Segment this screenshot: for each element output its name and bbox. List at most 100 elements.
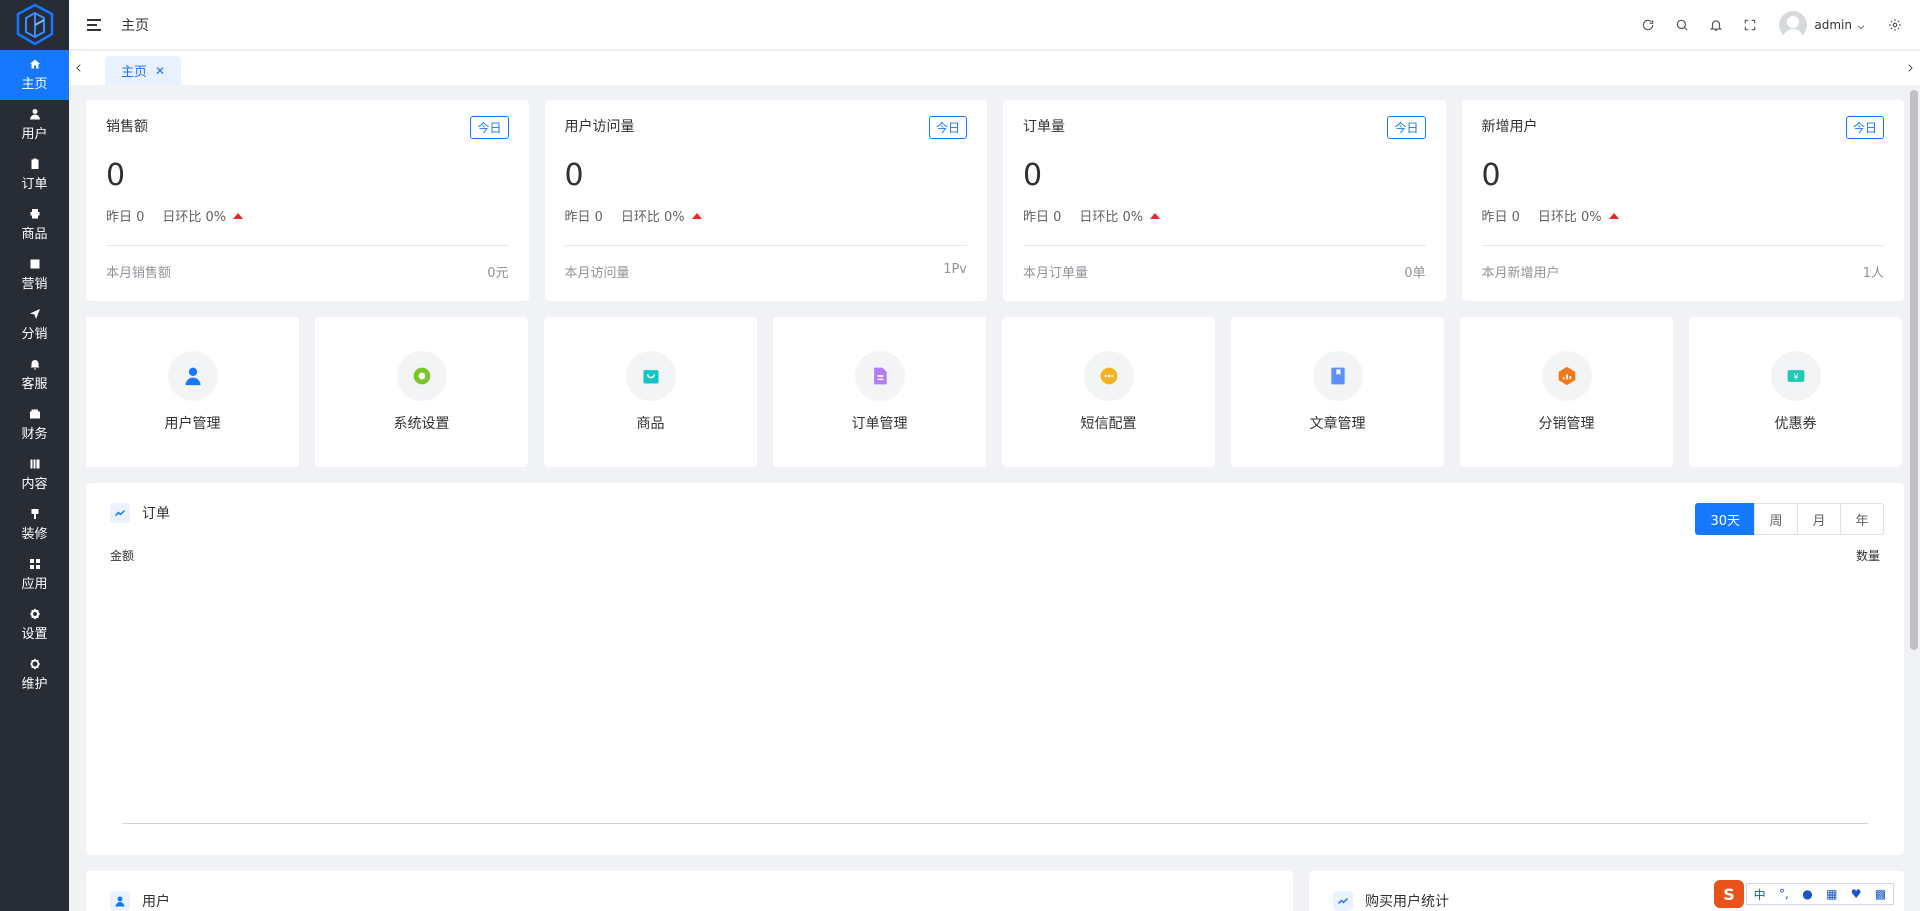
toolbox-icon[interactable]: ▩ bbox=[1875, 887, 1886, 901]
stat-foot-value: 0元 bbox=[487, 266, 509, 281]
stat-ratio: 日环比 0% bbox=[1537, 210, 1602, 225]
stat-value: 0 bbox=[1481, 158, 1501, 193]
sidebar-item[interactable]: 应用 bbox=[0, 550, 69, 600]
order-chart-card: 订单 30天周月年 金额 数量 bbox=[86, 483, 1904, 855]
period-button[interactable]: 月 bbox=[1797, 503, 1841, 535]
stat-yesterday: 昨日 0 bbox=[1481, 210, 1520, 225]
chart-x-axis bbox=[122, 823, 1868, 824]
quick-link-label: 文章管理 bbox=[1309, 416, 1366, 432]
content-icon bbox=[29, 458, 41, 470]
stat-yesterday: 昨日 0 bbox=[564, 210, 603, 225]
stat-card: 销售额 今日 0 昨日 0 日环比 0% 本月销售额 0元 bbox=[86, 100, 529, 301]
user-manage-icon bbox=[167, 351, 218, 401]
stat-title: 用户访问量 bbox=[564, 119, 635, 135]
ime-toolbar[interactable]: S 中 °, ● ▦ ♥ ▩ bbox=[1714, 880, 1894, 908]
quick-link-label: 分销管理 bbox=[1538, 416, 1595, 432]
today-badge[interactable]: 今日 bbox=[928, 116, 967, 139]
gear-icon[interactable] bbox=[1878, 8, 1912, 42]
quick-link[interactable]: 商品 bbox=[544, 317, 757, 467]
bell-icon[interactable] bbox=[1699, 8, 1733, 42]
sidebar-item[interactable]: 分销 bbox=[0, 300, 69, 350]
period-button[interactable]: 周 bbox=[1754, 503, 1798, 535]
sidebar-item[interactable]: 用户 bbox=[0, 100, 69, 150]
chevron-right-icon[interactable] bbox=[1900, 51, 1920, 85]
quick-link[interactable]: 订单管理 bbox=[773, 317, 986, 467]
clipboard-icon bbox=[29, 158, 41, 170]
punctuation-icon[interactable]: °, bbox=[1779, 887, 1789, 901]
fullscreen-icon[interactable] bbox=[1733, 8, 1767, 42]
sidebar-item-label: 应用 bbox=[21, 577, 48, 592]
user-menu[interactable]: admin bbox=[1779, 11, 1866, 39]
trend-up-icon bbox=[233, 212, 244, 219]
message-icon bbox=[1083, 351, 1134, 401]
avatar bbox=[1779, 11, 1808, 39]
trend-up-icon bbox=[1150, 212, 1161, 219]
search-icon[interactable] bbox=[1665, 8, 1699, 42]
skin-icon[interactable]: ♥ bbox=[1851, 887, 1862, 901]
quick-link[interactable]: ¥ 优惠券 bbox=[1689, 317, 1902, 467]
tab-home[interactable]: 主页 ✕ bbox=[105, 56, 181, 85]
stat-value: 0 bbox=[564, 158, 584, 193]
trend-up-icon bbox=[691, 212, 702, 219]
keyboard-icon[interactable]: ▦ bbox=[1826, 887, 1837, 901]
main-content: 销售额 今日 0 昨日 0 日环比 0% 本月销售额 0元 用户访问量 今日 0 昨日 0 日环比 0… bbox=[86, 100, 1904, 855]
sidebar-item[interactable]: 订单 bbox=[0, 150, 69, 200]
quick-link-label: 订单管理 bbox=[851, 416, 908, 432]
sidebar-item[interactable]: 内容 bbox=[0, 450, 69, 500]
distribution-icon bbox=[1541, 351, 1592, 401]
stat-foot-label: 本月订单量 bbox=[1023, 266, 1089, 281]
divider bbox=[1481, 245, 1884, 246]
stat-card: 订单量 今日 0 昨日 0 日环比 0% 本月订单量 0单 bbox=[1003, 100, 1446, 301]
today-badge[interactable]: 今日 bbox=[1387, 116, 1426, 139]
quick-link-label: 商品 bbox=[636, 416, 665, 432]
period-button[interactable]: 30天 bbox=[1695, 503, 1755, 535]
chevron-left-icon[interactable] bbox=[69, 51, 89, 85]
sidebar-item[interactable]: 商品 bbox=[0, 200, 69, 250]
bookmark-icon bbox=[1312, 351, 1363, 401]
quick-link-label: 系统设置 bbox=[393, 416, 450, 432]
sidebar-item-label: 商品 bbox=[21, 227, 48, 242]
quick-link[interactable]: 文章管理 bbox=[1231, 317, 1444, 467]
close-icon[interactable]: ✕ bbox=[155, 64, 165, 78]
sidebar-item-label: 维护 bbox=[21, 677, 48, 692]
gear-icon bbox=[29, 608, 41, 620]
stat-ratio: 日环比 0% bbox=[620, 210, 685, 225]
ime-logo[interactable]: S bbox=[1714, 880, 1744, 908]
ime-mode[interactable]: 中 bbox=[1754, 886, 1766, 903]
sidebar-item-label: 营销 bbox=[21, 277, 48, 292]
sidebar-item[interactable]: 财务 bbox=[0, 400, 69, 450]
vertical-scrollbar[interactable] bbox=[1910, 90, 1918, 650]
quick-link[interactable]: 短信配置 bbox=[1002, 317, 1215, 467]
sidebar-item-label: 内容 bbox=[21, 477, 48, 492]
ime-bar[interactable]: 中 °, ● ▦ ♥ ▩ bbox=[1746, 883, 1894, 905]
quick-link[interactable]: 分销管理 bbox=[1460, 317, 1673, 467]
sidebar-item[interactable]: 主页 bbox=[0, 50, 69, 100]
stat-foot-label: 本月新增用户 bbox=[1481, 266, 1560, 281]
quick-link-label: 用户管理 bbox=[164, 416, 221, 432]
refresh-icon[interactable] bbox=[1631, 8, 1665, 42]
period-button[interactable]: 年 bbox=[1840, 503, 1884, 535]
username: admin bbox=[1814, 18, 1852, 32]
sidebar-item[interactable]: 设置 bbox=[0, 600, 69, 650]
svg-text:¥: ¥ bbox=[1793, 371, 1798, 381]
sidebar-item[interactable]: 装修 bbox=[0, 500, 69, 550]
microphone-icon[interactable]: ● bbox=[1802, 887, 1812, 901]
stat-title: 新增用户 bbox=[1481, 119, 1538, 135]
sidebar-item[interactable]: 客服 bbox=[0, 350, 69, 400]
divider bbox=[106, 245, 509, 246]
stat-foot-value: 1Pv bbox=[943, 262, 967, 277]
today-badge[interactable]: 今日 bbox=[1845, 116, 1884, 139]
bag-icon bbox=[625, 351, 676, 401]
sidebar-item[interactable]: 营销 bbox=[0, 250, 69, 300]
quick-link[interactable]: 系统设置 bbox=[315, 317, 528, 467]
quick-link[interactable]: 用户管理 bbox=[86, 317, 299, 467]
purchase-card-title: 购买用户统计 bbox=[1365, 894, 1449, 910]
brush-icon bbox=[29, 508, 41, 520]
menu-toggle-icon[interactable] bbox=[87, 15, 107, 35]
sidebar-item[interactable]: 维护 bbox=[0, 650, 69, 700]
today-badge[interactable]: 今日 bbox=[470, 116, 509, 139]
logo[interactable] bbox=[0, 0, 69, 50]
stat-ratio: 日环比 0% bbox=[1079, 210, 1144, 225]
sidebar-item-label: 客服 bbox=[21, 377, 48, 392]
stat-value: 0 bbox=[1023, 158, 1043, 193]
